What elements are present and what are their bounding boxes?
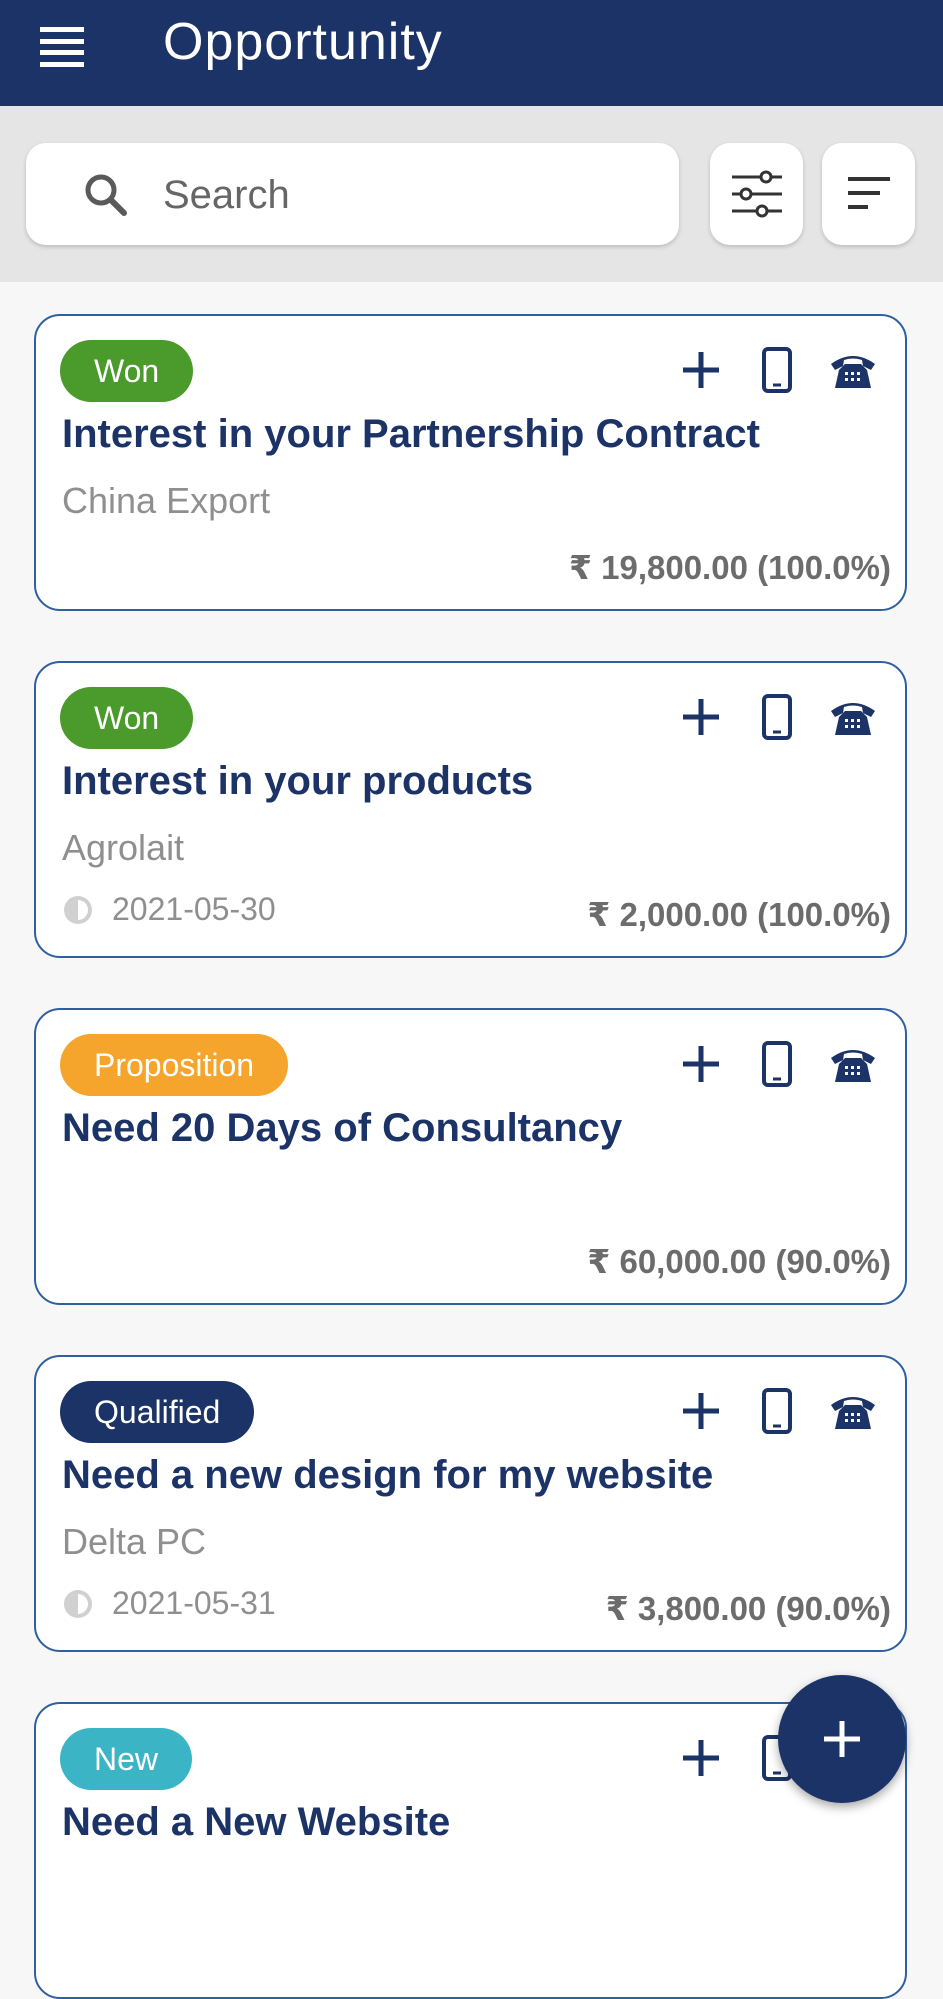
add-activity-button[interactable]: [677, 693, 725, 741]
opportunity-title: Need a new design for my website: [62, 1453, 714, 1497]
mobile-call-button[interactable]: [753, 693, 801, 741]
plus-icon: [683, 1393, 719, 1429]
plus-icon: [683, 1046, 719, 1082]
add-activity-button[interactable]: [677, 1387, 725, 1435]
telephone-icon: [831, 703, 875, 735]
phone-call-button[interactable]: [829, 1040, 877, 1088]
add-activity-button[interactable]: [677, 1040, 725, 1088]
opportunity-card[interactable]: Qualified Need a new design for my websit…: [34, 1355, 907, 1652]
opportunity-title: Need 20 Days of Consultancy: [62, 1106, 623, 1150]
plus-icon: [683, 352, 719, 388]
search-box[interactable]: [26, 143, 679, 245]
sliders-filter-icon: [732, 170, 782, 218]
opportunity-card[interactable]: New Need a New Website: [34, 1702, 907, 1999]
phone-call-button[interactable]: [829, 1387, 877, 1435]
add-activity-button[interactable]: [677, 346, 725, 394]
plus-icon: [683, 699, 719, 735]
clock-icon: [64, 1589, 92, 1618]
partner-name: Delta PC: [62, 1521, 207, 1562]
sort-lines-icon: [848, 177, 890, 209]
telephone-icon: [831, 1397, 875, 1429]
mobile-phone-icon: [762, 694, 792, 740]
stage-badge: New: [60, 1728, 193, 1790]
opportunity-card[interactable]: Won Interest in your Partnership Contract…: [34, 314, 907, 611]
opportunity-title: Interest in your Partnership Contract: [62, 412, 760, 456]
opportunity-title: Need a New Website: [62, 1800, 451, 1844]
date-text: 2021-05-31: [112, 1585, 276, 1621]
mobile-call-button[interactable]: [753, 1040, 801, 1088]
mobile-phone-icon: [762, 1041, 792, 1087]
telephone-icon: [831, 1050, 875, 1082]
partner-name: China Export: [62, 480, 271, 521]
app-bar: Opportunity: [0, 0, 943, 106]
telephone-icon: [831, 356, 875, 388]
opportunity-card[interactable]: Proposition Need 20 Days of Consultancy ₹ …: [34, 1008, 907, 1305]
mobile-phone-icon: [762, 347, 792, 393]
date-text: 2021-05-30: [112, 891, 276, 927]
opportunity-title: Interest in your products: [62, 759, 534, 803]
mobile-call-button[interactable]: [753, 1387, 801, 1435]
search-toolbar: [0, 106, 943, 282]
expected-revenue: ₹ 60,000.00 (90.0%): [587, 1243, 891, 1280]
clock-icon: [64, 895, 92, 924]
mobile-call-button[interactable]: [753, 346, 801, 394]
expected-revenue: ₹ 2,000.00 (100.0%): [587, 896, 891, 933]
search-input[interactable]: [161, 167, 665, 223]
expected-revenue: ₹ 3,800.00 (90.0%): [605, 1590, 891, 1627]
phone-call-button[interactable]: [829, 693, 877, 741]
stage-badge: Proposition: [60, 1034, 289, 1096]
card-actions: [649, 346, 877, 394]
phone-call-button[interactable]: [829, 346, 877, 394]
card-actions: [649, 693, 877, 741]
stage-badge: Won: [60, 687, 194, 749]
card-actions: [649, 1387, 877, 1435]
hamburger-menu-icon[interactable]: [40, 27, 84, 67]
deadline-date: 2021-05-30: [62, 891, 276, 928]
partner-name: Agrolait: [62, 827, 185, 868]
sort-button[interactable]: [822, 143, 915, 245]
page-title: Opportunity: [163, 13, 443, 71]
plus-icon: [824, 1721, 860, 1757]
stage-badge: Won: [60, 340, 194, 402]
stage-badge: Qualified: [60, 1381, 255, 1443]
expected-revenue: ₹ 19,800.00 (100.0%): [568, 549, 891, 586]
search-icon: [85, 174, 127, 216]
filter-button[interactable]: [710, 143, 803, 245]
opportunity-card[interactable]: Won Interest in your products Agrolait 2021…: [34, 661, 907, 958]
card-actions: [649, 1040, 877, 1088]
deadline-date: 2021-05-31: [62, 1585, 276, 1622]
plus-icon: [683, 1740, 719, 1776]
add-opportunity-button[interactable]: [778, 1675, 906, 1803]
add-activity-button[interactable]: [677, 1734, 725, 1782]
mobile-phone-icon: [762, 1388, 792, 1434]
